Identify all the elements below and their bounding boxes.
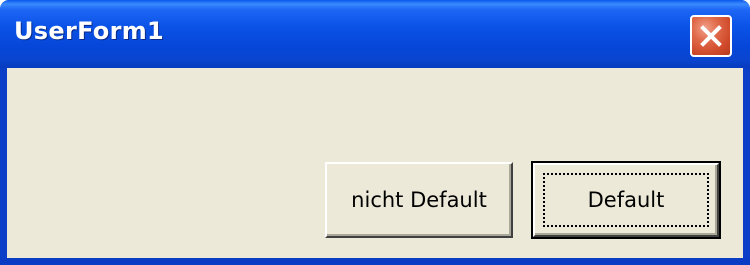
close-button[interactable] xyxy=(690,15,732,57)
nicht-default-button[interactable]: nicht Default xyxy=(325,162,513,238)
userform-window: UserForm1 nicht Default Default xyxy=(0,0,750,265)
default-button-label: Default xyxy=(587,188,665,212)
nicht-default-button-label: nicht Default xyxy=(351,188,487,212)
close-icon xyxy=(700,25,722,47)
default-button[interactable]: Default xyxy=(531,161,721,239)
title-bar[interactable]: UserForm1 xyxy=(0,0,750,68)
window-frame-bottom xyxy=(0,258,750,265)
window-title: UserForm1 xyxy=(14,17,165,45)
form-client-area: nicht Default Default xyxy=(7,68,743,258)
